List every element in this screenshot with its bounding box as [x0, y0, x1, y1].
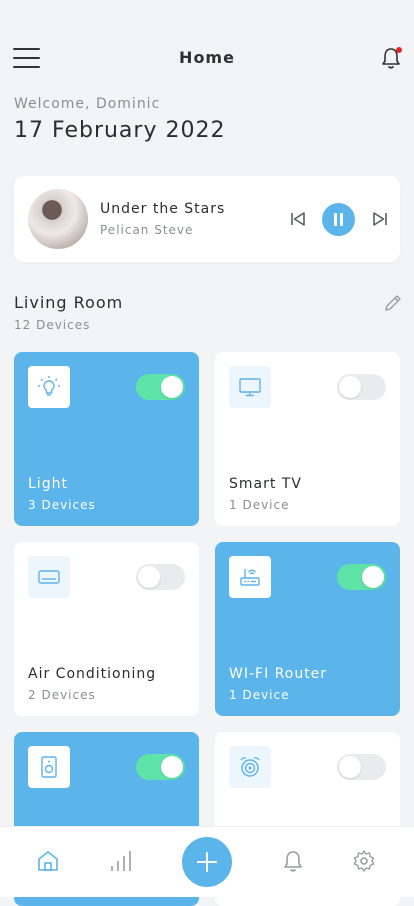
device-count: 2 Devices — [28, 688, 96, 702]
speaker-icon — [28, 746, 70, 788]
bottom-navigation — [0, 826, 414, 897]
lightbulb-icon — [28, 366, 70, 408]
smart-tv-toggle[interactable] — [337, 374, 386, 400]
page-title: Home — [179, 48, 235, 67]
device-count: 3 Devices — [28, 498, 96, 512]
toggle-knob — [161, 376, 183, 398]
edit-pencil-icon[interactable] — [383, 293, 403, 313]
robot-vacuum-icon — [229, 746, 271, 788]
device-name: Light — [28, 476, 68, 492]
toggle-knob — [161, 756, 183, 778]
toggle-knob — [339, 376, 361, 398]
home-icon[interactable] — [36, 849, 60, 873]
current-date: 17 February 2022 — [14, 118, 226, 143]
album-art — [28, 189, 88, 249]
device-card-smart-tv[interactable]: Smart TV 1 Device — [215, 352, 400, 526]
add-device-button[interactable] — [182, 837, 232, 887]
speaker-toggle[interactable] — [136, 754, 185, 780]
device-card-wifi-router[interactable]: WI-FI Router 1 Device — [215, 542, 400, 716]
toggle-knob — [138, 566, 160, 588]
router-icon — [229, 556, 271, 598]
device-count: 1 Device — [229, 688, 290, 702]
device-count: 1 Device — [229, 498, 290, 512]
song-title: Under the Stars — [100, 201, 226, 217]
room-device-count: 12 Devices — [14, 318, 91, 332]
statistics-icon[interactable] — [108, 849, 132, 873]
device-name: Smart TV — [229, 476, 302, 492]
device-card-air-conditioning[interactable]: Air Conditioning 2 Devices — [14, 542, 199, 716]
wifi-router-toggle[interactable] — [337, 564, 386, 590]
notifications-icon[interactable] — [281, 849, 305, 873]
artist-name: Pelican Steve — [100, 223, 194, 237]
monitor-icon — [229, 366, 271, 408]
air-conditioning-toggle[interactable] — [136, 564, 185, 590]
air-conditioner-icon — [28, 556, 70, 598]
settings-gear-icon[interactable] — [352, 849, 376, 873]
toggle-knob — [339, 756, 361, 778]
previous-track-icon[interactable] — [289, 210, 307, 228]
pause-button[interactable] — [322, 203, 355, 236]
device-card-light[interactable]: Light 3 Devices — [14, 352, 199, 526]
device-name: WI-FI Router — [229, 666, 328, 682]
top-bar: Home — [0, 40, 414, 76]
robot-vacuum-toggle[interactable] — [337, 754, 386, 780]
music-player-card: Under the Stars Pelican Steve — [14, 176, 400, 262]
next-track-icon[interactable] — [371, 210, 389, 228]
notification-dot — [396, 47, 402, 53]
light-toggle[interactable] — [136, 374, 185, 400]
status-bar — [0, 0, 414, 40]
notification-bell-icon[interactable] — [380, 46, 404, 70]
toggle-knob — [362, 566, 384, 588]
device-name: Air Conditioning — [28, 666, 157, 682]
room-name: Living Room — [14, 293, 124, 312]
welcome-text: Welcome, Dominic — [14, 96, 161, 112]
